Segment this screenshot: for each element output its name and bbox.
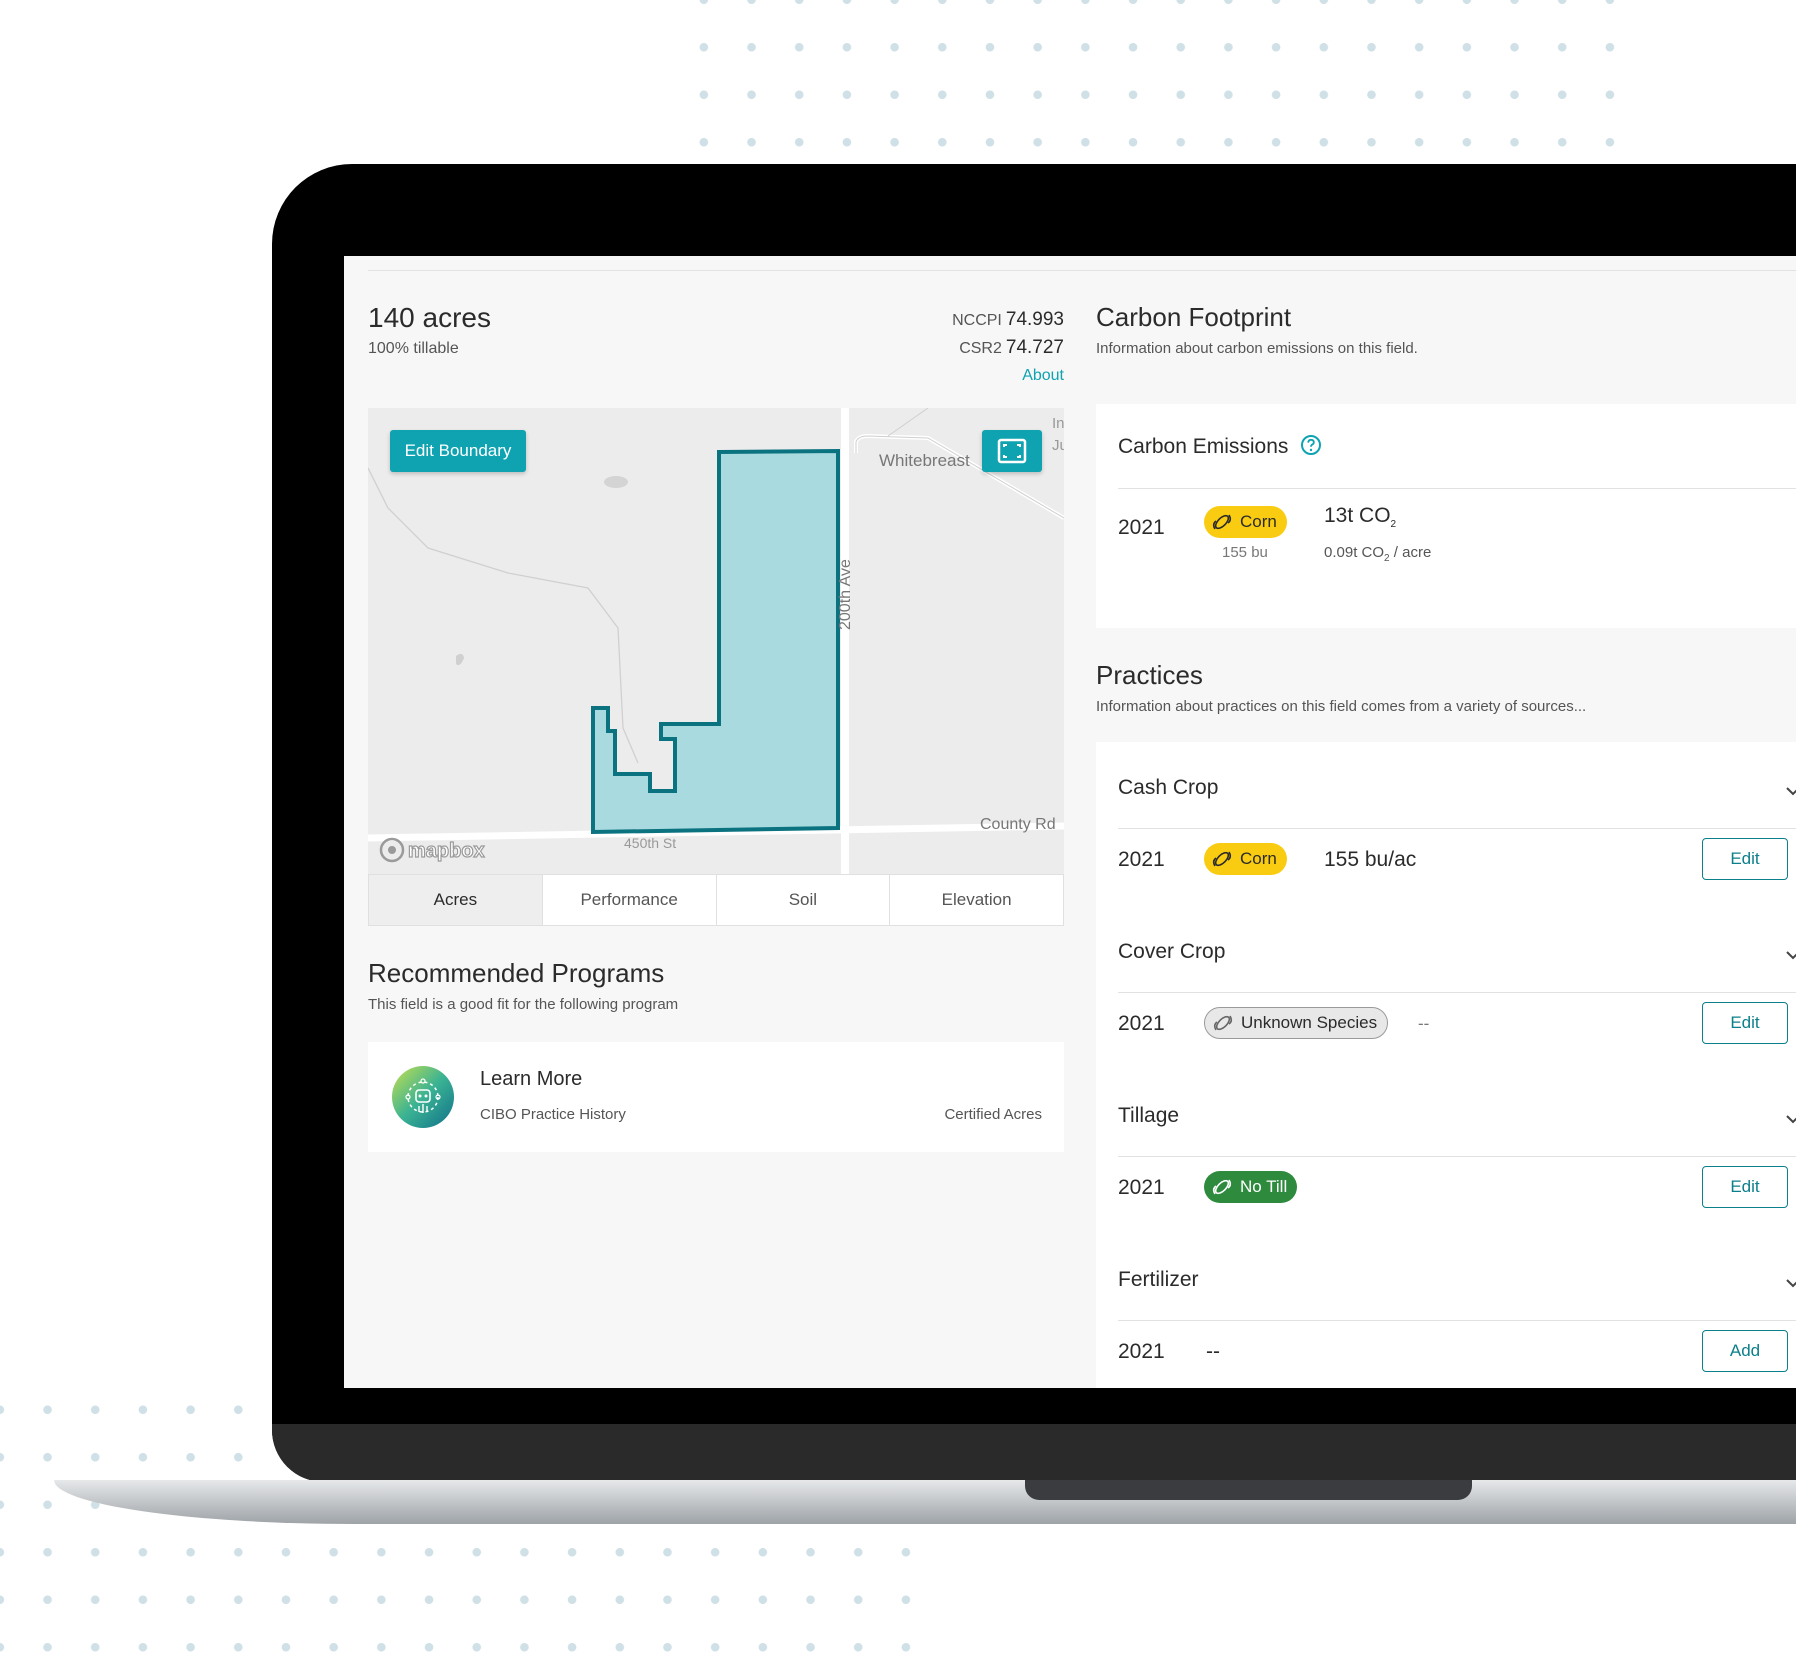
no-till-icon <box>1212 1179 1232 1195</box>
field-acres: 140 acres <box>368 302 491 333</box>
practice-fertilizer-year: 2021 <box>1118 1340 1165 1363</box>
tab-acres[interactable]: Acres <box>369 875 543 925</box>
recommended-programs-title: Recommended Programs <box>368 958 665 988</box>
csr2-label: CSR2 <box>959 340 1002 357</box>
carbon-emissions-divider <box>1118 488 1796 489</box>
carbon-total-value: 13t CO <box>1324 504 1391 527</box>
program-tag: Certified Acres <box>944 1106 1042 1123</box>
crop-pill-label: Corn <box>1240 512 1277 531</box>
practice-divider <box>1118 1156 1796 1157</box>
practice-cover-crop-year: 2021 <box>1118 1012 1165 1035</box>
carbon-per-acre-unit: / acre <box>1393 544 1432 561</box>
road-label-200th-ave: 200th Ave <box>837 559 854 630</box>
map-layer-tabs: Acres Performance Soil Elevation <box>368 874 1064 926</box>
cover-crop-pill-unknown: Unknown Species <box>1204 1007 1389 1039</box>
laptop-chin <box>272 1424 1796 1482</box>
practices-subtitle: Information about practices on this fiel… <box>1096 698 1587 715</box>
chevron-down-icon[interactable] <box>1784 782 1796 800</box>
crop-pill-corn: Corn <box>1204 843 1287 875</box>
carbon-emissions-heading: Carbon Emissions <box>1118 434 1322 459</box>
carbon-emissions-card: Carbon Emissions 2021 Corn 155 bu 13t CO… <box>1096 404 1796 628</box>
carbon-footprint-title: Carbon Footprint <box>1096 302 1292 332</box>
header-divider <box>368 270 1796 271</box>
fullscreen-button[interactable] <box>982 430 1042 472</box>
map-canvas: Whitebreast In Ju 200th Ave County Rd 45… <box>368 408 1064 874</box>
practice-divider <box>1118 1320 1796 1321</box>
about-link[interactable]: About <box>1022 367 1064 384</box>
corn-icon <box>1212 851 1232 867</box>
road-label-in: In <box>1052 415 1064 432</box>
carbon-emissions-total: 13t CO2 <box>1324 504 1396 530</box>
road-label-county-rd: County Rd <box>980 816 1056 833</box>
field-tillable: 100% tillable <box>368 340 459 357</box>
plant-icon <box>1213 1015 1233 1031</box>
crop-pill-label: Corn <box>1240 849 1277 868</box>
chevron-down-icon[interactable] <box>1784 1110 1796 1128</box>
add-fertilizer-button[interactable]: Add <box>1702 1330 1788 1372</box>
chevron-down-icon[interactable] <box>1784 1274 1796 1292</box>
crop-pill-corn: Corn <box>1204 506 1287 538</box>
field-map[interactable]: Whitebreast In Ju 200th Ave County Rd 45… <box>368 408 1064 874</box>
practice-divider <box>1118 992 1796 993</box>
practice-tillage-heading[interactable]: Tillage <box>1118 1104 1179 1128</box>
recommended-programs-subtitle: This field is a good fit for the followi… <box>368 996 679 1013</box>
tab-elevation[interactable]: Elevation <box>890 875 1063 925</box>
app-screen: 140 acres 100% tillable NCCPI 74.993 CSR2… <box>344 256 1796 1388</box>
program-name: Learn More <box>480 1068 583 1090</box>
edit-tillage-button[interactable]: Edit <box>1702 1166 1788 1208</box>
nccpi-value: 74.993 <box>1005 309 1064 330</box>
practice-cover-crop-value: -- <box>1418 1014 1430 1033</box>
fullscreen-icon <box>997 438 1027 464</box>
practices-title: Practices <box>1096 660 1203 690</box>
carbon-emissions-yield: 155 bu <box>1222 544 1268 561</box>
help-icon[interactable] <box>1300 434 1322 456</box>
corn-icon <box>1212 514 1232 530</box>
cover-crop-pill-label: Unknown Species <box>1241 1013 1378 1032</box>
practice-divider <box>1118 828 1796 829</box>
road-label-whitebreast: Whitebreast <box>879 451 970 470</box>
edit-cash-crop-button[interactable]: Edit <box>1702 838 1788 880</box>
practice-tillage-year: 2021 <box>1118 1176 1165 1199</box>
tab-performance[interactable]: Performance <box>543 875 717 925</box>
carbon-emissions-per-acre: 0.09t CO2 / acre <box>1324 544 1431 564</box>
program-subtitle: CIBO Practice History <box>480 1106 626 1123</box>
nccpi-label: NCCPI <box>952 312 1002 329</box>
carbon-emissions-year: 2021 <box>1118 516 1165 539</box>
program-card[interactable]: Learn More CIBO Practice History Certifi… <box>368 1042 1064 1152</box>
road-200th-ave <box>841 408 849 874</box>
road-label-ju: Ju <box>1052 437 1064 454</box>
practice-cash-crop-value: 155 bu/ac <box>1324 848 1417 871</box>
tillage-pill-no-till: No Till <box>1204 1171 1298 1203</box>
mapbox-wordmark: mapbox <box>408 840 485 862</box>
edit-boundary-button[interactable]: Edit Boundary <box>390 430 526 472</box>
program-logo-icon <box>392 1066 454 1128</box>
practice-cash-crop-heading[interactable]: Cash Crop <box>1118 776 1218 800</box>
carbon-per-acre-subscript: 2 <box>1384 553 1390 564</box>
carbon-per-acre-value: 0.09t CO <box>1324 544 1385 561</box>
carbon-emissions-label: Carbon Emissions <box>1118 435 1289 458</box>
edit-cover-crop-button[interactable]: Edit <box>1702 1002 1788 1044</box>
practice-fertilizer-heading[interactable]: Fertilizer <box>1118 1268 1199 1292</box>
road-label-450th-st: 450th St <box>624 835 676 851</box>
tillage-pill-label: No Till <box>1240 1177 1288 1196</box>
practices-card: Cash Crop 2021 Corn 155 bu/ac Edit Cover… <box>1096 742 1796 1388</box>
practice-cash-crop-year: 2021 <box>1118 848 1165 871</box>
csr2-value: 74.727 <box>1005 337 1064 358</box>
chevron-down-icon[interactable] <box>1784 946 1796 964</box>
soil-scores: NCCPI 74.993 CSR2 74.727 About <box>952 306 1064 389</box>
practice-cover-crop-heading[interactable]: Cover Crop <box>1118 940 1225 964</box>
laptop-notch <box>1025 1480 1472 1500</box>
carbon-total-subscript: 2 <box>1390 519 1397 531</box>
carbon-footprint-subtitle: Information about carbon emissions on th… <box>1096 340 1418 357</box>
practice-fertilizer-value: -- <box>1206 1340 1220 1363</box>
laptop-base <box>54 1480 1796 1524</box>
tab-soil[interactable]: Soil <box>717 875 891 925</box>
decorative-dot-grid-top <box>680 0 1630 172</box>
